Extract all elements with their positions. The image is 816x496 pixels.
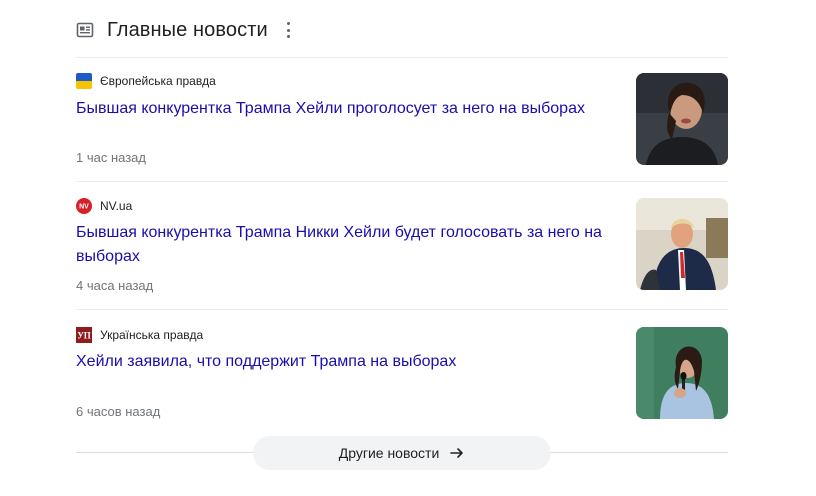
source-name: Європейська правда [100, 74, 216, 88]
story-headline[interactable]: Хейли заявила, что поддержит Трампа на в… [76, 350, 616, 374]
source-name: Українська правда [100, 328, 204, 342]
more-news-button[interactable]: Другие новости [253, 436, 551, 470]
section-title: Главные новости [107, 18, 268, 41]
story-thumbnail[interactable] [636, 73, 728, 165]
nv-logo-icon: NV [76, 198, 92, 214]
story-time: 4 часа назад [76, 278, 154, 293]
story-card[interactable]: NV NV.ua Бывшая конкурентка Трампа Никки… [76, 198, 728, 308]
story-card[interactable]: Європейська правда Бывшая конкурентка Тр… [76, 73, 728, 183]
story-headline[interactable]: Бывшая конкурентка Трампа Хейли проголос… [76, 97, 616, 121]
svg-text:УП: УП [77, 331, 91, 341]
arrow-right-icon [449, 445, 465, 461]
story-divider [76, 309, 728, 310]
story-headline[interactable]: Бывшая конкурентка Трампа Никки Хейли бу… [76, 221, 616, 269]
header-divider [76, 57, 728, 58]
story-time: 6 часов назад [76, 404, 161, 419]
story-thumbnail[interactable] [636, 198, 728, 290]
story-source: NV NV.ua [76, 198, 132, 214]
source-name: NV.ua [100, 199, 133, 213]
story-divider [76, 181, 728, 182]
top-stories-header: Главные новости [76, 14, 292, 46]
story-card[interactable]: УП Українська правда Хейли заявила, что … [76, 327, 728, 437]
story-source: УП Українська правда [76, 327, 203, 343]
svg-text:NV: NV [79, 204, 89, 211]
up-logo-icon: УП [76, 327, 92, 343]
more-vert-icon[interactable] [286, 22, 292, 38]
more-news-label: Другие новости [338, 445, 440, 461]
story-thumbnail[interactable] [636, 327, 728, 419]
newspaper-icon [76, 21, 94, 39]
ukraine-flag-icon [76, 73, 92, 89]
story-source: Європейська правда [76, 73, 216, 89]
story-time: 1 час назад [76, 150, 146, 165]
